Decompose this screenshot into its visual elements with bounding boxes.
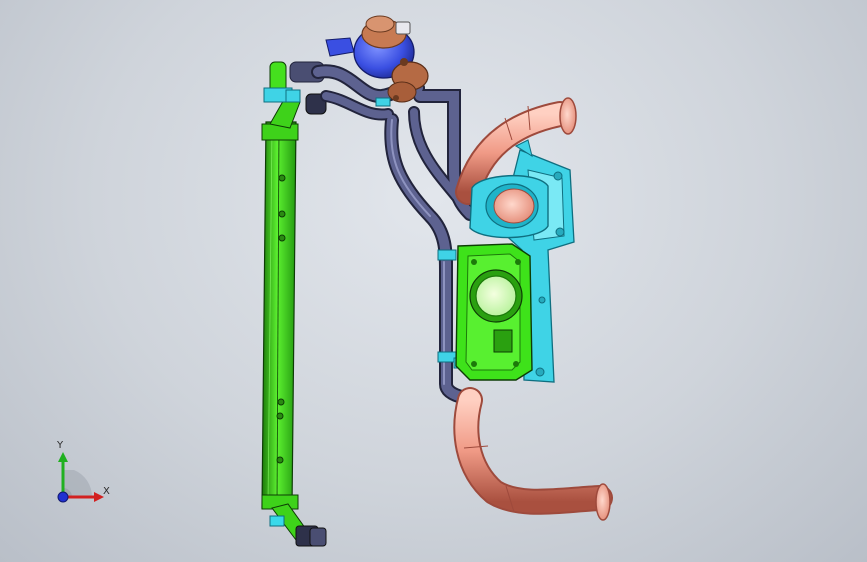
throttle-body[interactable]	[455, 243, 533, 381]
cad-graphics-area[interactable]: X Y	[0, 0, 867, 562]
assembly-model-view[interactable]	[0, 0, 867, 562]
x-axis-label: X	[103, 486, 110, 497]
intercooler-inlet-housing[interactable]	[469, 175, 549, 239]
lower-charge-pipe[interactable]	[453, 387, 613, 521]
xyz-reference-triad-icon	[57, 452, 104, 503]
y-axis-label: Y	[57, 440, 64, 451]
navy-coolant-hoses[interactable]	[311, 64, 477, 405]
green-support-rail[interactable]	[261, 95, 309, 541]
